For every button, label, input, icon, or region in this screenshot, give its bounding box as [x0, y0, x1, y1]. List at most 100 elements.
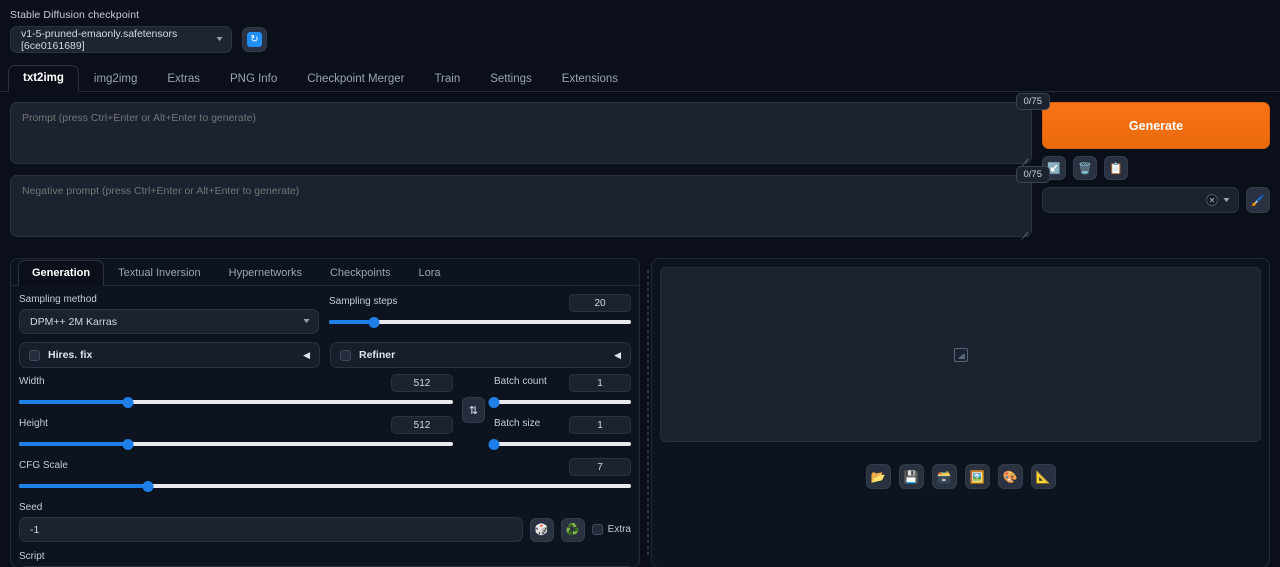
slider-knob[interactable]	[122, 438, 133, 450]
width-value[interactable]: 512	[391, 374, 453, 392]
styles-dropdown[interactable]: ✕ ▼	[1042, 187, 1239, 213]
slider-knob[interactable]	[488, 438, 500, 450]
close-icon[interactable]: ✕	[1206, 194, 1219, 206]
batch-count-slider[interactable]	[488, 395, 631, 409]
tab-checkpoint-merger[interactable]: Checkpoint Merger	[292, 66, 419, 92]
checkpoint-label: Stable Diffusion checkpoint	[10, 9, 140, 21]
positive-prompt-input[interactable]	[10, 102, 1032, 164]
tab-extensions[interactable]: Extensions	[547, 66, 633, 92]
cfg-head: CFG Scale 7	[19, 458, 631, 476]
hires-fix-accordion[interactable]: Hires. fix ◀	[19, 342, 320, 368]
checkpoint-toolbar: Stable Diffusion checkpoint v1-5-pruned-…	[0, 0, 1280, 53]
send-to-extras-button[interactable]: 📐	[1030, 464, 1056, 489]
slider-fill	[19, 484, 148, 488]
refiner-accordion[interactable]: Refiner ◀	[330, 342, 631, 368]
checkpoint-row: v1-5-pruned-emaonly.safetensors [6ce0161…	[10, 26, 267, 53]
image-placeholder-icon	[953, 347, 968, 362]
dimensions-grid: Width 512 Height 512 ⇅ Batch count 1 Bat…	[19, 374, 631, 458]
width-slider[interactable]	[19, 395, 453, 409]
slider-knob[interactable]	[368, 316, 380, 328]
seed-label: Seed	[19, 502, 43, 513]
open-folder-button[interactable]: 📂	[865, 464, 891, 489]
webui-root: Stable Diffusion checkpoint v1-5-pruned-…	[0, 0, 1280, 567]
height-value[interactable]: 512	[391, 416, 453, 434]
extra-checkbox[interactable]	[591, 524, 603, 535]
reuse-seed-button[interactable]: ♻️	[560, 517, 585, 542]
clear-prompt-button[interactable]: 🗑️	[1073, 156, 1097, 180]
edit-styles-button[interactable]: 🖌️	[1246, 187, 1270, 213]
cfg-slider[interactable]	[19, 479, 631, 493]
tab-settings[interactable]: Settings	[475, 66, 547, 92]
seed-input[interactable]: -1	[19, 517, 523, 542]
height-group: Height 512	[19, 416, 453, 451]
tab-extras[interactable]: Extras	[152, 66, 215, 92]
slider-knob[interactable]	[488, 396, 500, 408]
height-label: Height	[19, 417, 48, 429]
slider-knob[interactable]	[142, 480, 154, 492]
settings-tab-bar: Generation Textual Inversion Hypernetwor…	[11, 259, 639, 286]
subtab-lora[interactable]: Lora	[405, 260, 455, 286]
chevron-down-icon: ▼	[1221, 196, 1232, 204]
refresh-checkpoints-button[interactable]: ↻	[242, 27, 267, 52]
chevron-left-icon[interactable]: ◀	[614, 350, 621, 361]
send-to-img2img-button[interactable]: 🖼️	[964, 464, 990, 489]
main-tab-bar: txt2img img2img Extras PNG Info Checkpoi…	[0, 65, 1280, 92]
generate-button[interactable]: Generate	[1042, 102, 1270, 149]
width-group: Width 512	[19, 374, 453, 409]
tab-img2img[interactable]: img2img	[79, 66, 152, 92]
send-to-inpaint-button[interactable]: 🎨	[997, 464, 1023, 489]
height-head: Height 512	[19, 416, 453, 434]
negative-prompt-wrap: 0/75	[10, 166, 1050, 242]
save-button[interactable]: 💾	[898, 464, 924, 489]
chevron-down-icon: ▼	[214, 36, 225, 43]
negative-token-counter: 0/75	[1015, 166, 1050, 183]
slider-knob[interactable]	[122, 396, 133, 408]
random-seed-button[interactable]: 🎲	[529, 517, 554, 542]
extra-seed-toggle[interactable]: Extra	[591, 524, 631, 535]
subtab-textual-inversion[interactable]: Textual Inversion	[104, 260, 215, 286]
cfg-value[interactable]: 7	[569, 458, 631, 476]
prompt-column: 0/75 0/75	[10, 93, 1050, 248]
subtab-checkpoints[interactable]: Checkpoints	[316, 260, 405, 286]
sampling-steps-value[interactable]: 20	[569, 294, 631, 312]
apply-style-button[interactable]: 📋	[1104, 156, 1128, 180]
pane-resize-handle[interactable]	[644, 258, 651, 567]
sampling-row: Sampling method DPM++ 2M Karras ▼ Sampli…	[19, 294, 631, 334]
height-slider[interactable]	[19, 437, 453, 451]
sampling-method-select[interactable]: DPM++ 2M Karras ▼	[19, 309, 319, 334]
checkpoint-value: v1-5-pruned-emaonly.safetensors [6ce0161…	[21, 27, 178, 52]
extra-label: Extra	[607, 524, 631, 535]
positive-resize-grip[interactable]	[1020, 157, 1029, 166]
subtab-generation[interactable]: Generation	[18, 260, 105, 286]
tab-png-info[interactable]: PNG Info	[215, 66, 292, 92]
output-gallery[interactable]	[660, 267, 1261, 442]
accordion-row: Hires. fix ◀ Refiner ◀	[19, 342, 631, 368]
negative-resize-grip[interactable]	[1020, 230, 1029, 239]
batch-size-slider[interactable]	[488, 437, 631, 451]
tab-train[interactable]: Train	[419, 66, 475, 92]
sampling-steps-group: Sampling steps 20	[329, 294, 631, 334]
tab-txt2img[interactable]: txt2img	[8, 65, 79, 92]
chevron-left-icon[interactable]: ◀	[303, 350, 310, 361]
negative-prompt-input[interactable]	[10, 175, 1032, 237]
batch-size-group: Batch size 1	[488, 416, 631, 451]
sampling-steps-label: Sampling steps	[329, 295, 398, 307]
sampling-steps-slider[interactable]	[329, 315, 631, 329]
styles-row: ✕ ▼ 🖌️	[1042, 187, 1270, 213]
zip-button[interactable]: 🗃️	[931, 464, 957, 489]
hires-fix-checkbox[interactable]	[29, 349, 40, 361]
positive-prompt-wrap: 0/75	[10, 93, 1050, 169]
swap-dimensions-button[interactable]: ⇅	[462, 397, 485, 423]
dimensions-left: Width 512 Height 512	[19, 374, 453, 458]
sampling-method-value: DPM++ 2M Karras	[30, 315, 117, 328]
batch-size-value[interactable]: 1	[569, 416, 631, 434]
batch-count-head: Batch count 1	[494, 374, 631, 392]
sampling-steps-head: Sampling steps 20	[329, 294, 631, 312]
positive-token-counter: 0/75	[1015, 93, 1050, 110]
refiner-checkbox[interactable]	[340, 349, 351, 361]
hires-fix-label: Hires. fix	[48, 349, 93, 361]
slider-fill	[329, 320, 375, 324]
checkpoint-select[interactable]: v1-5-pruned-emaonly.safetensors [6ce0161…	[10, 26, 232, 53]
batch-count-value[interactable]: 1	[569, 374, 631, 392]
subtab-hypernetworks[interactable]: Hypernetworks	[215, 260, 316, 286]
